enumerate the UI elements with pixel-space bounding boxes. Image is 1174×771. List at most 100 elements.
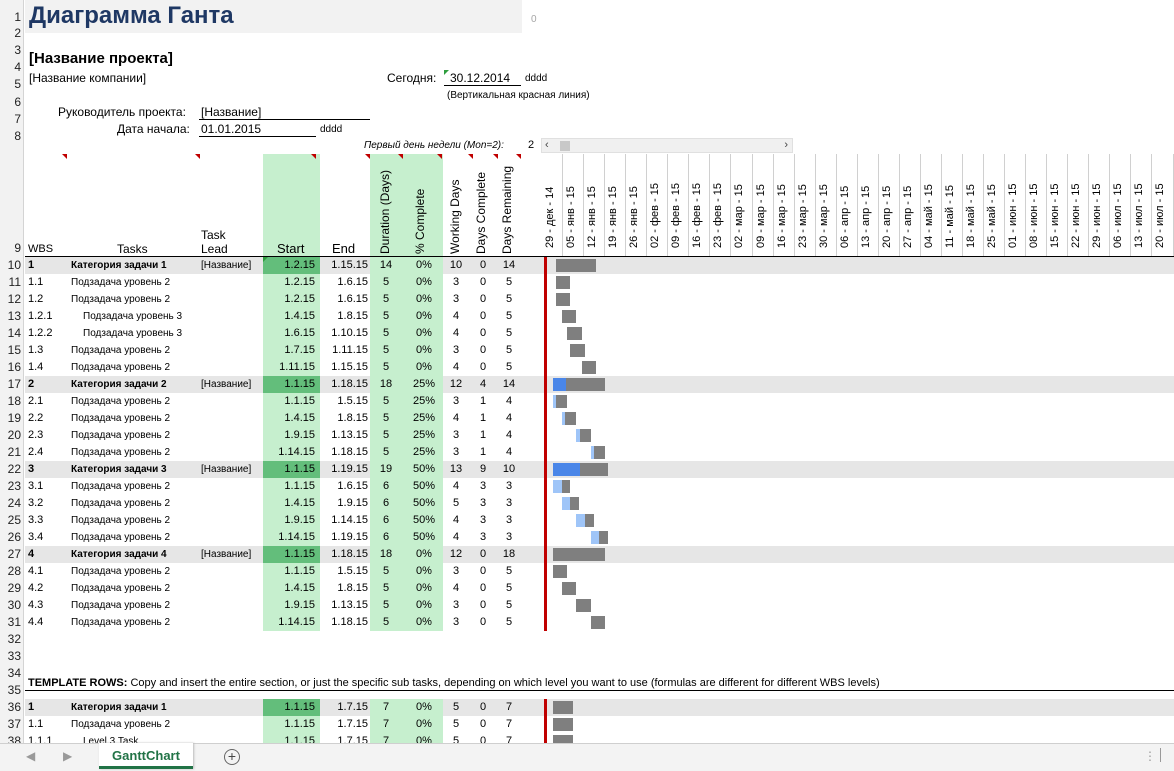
task-name-cell[interactable]: Подзадача уровень 3 [83, 325, 203, 342]
end-cell[interactable]: 1.6.15 [320, 274, 368, 291]
working-days-cell[interactable]: 4 [443, 308, 469, 325]
working-days-cell[interactable]: 3 [443, 614, 469, 631]
wbs-cell[interactable]: 2.1 [28, 393, 68, 410]
wbs-cell[interactable]: 2.4 [28, 444, 68, 461]
end-cell[interactable]: 1.7.15 [320, 733, 368, 743]
end-cell[interactable]: 1.7.15 [320, 699, 368, 716]
row-header[interactable]: 33 [0, 648, 24, 665]
duration-cell[interactable]: 19 [370, 461, 402, 478]
duration-cell[interactable]: 5 [370, 393, 402, 410]
project-name[interactable]: [Название проекта] [29, 50, 173, 67]
task-name-cell[interactable]: Level 3 Task [83, 733, 203, 743]
end-cell[interactable]: 1.8.15 [320, 580, 368, 597]
end-cell[interactable]: 1.19.15 [320, 461, 368, 478]
days-complete-cell[interactable]: 4 [470, 376, 496, 393]
days-complete-cell[interactable]: 3 [470, 495, 496, 512]
task-name-cell[interactable]: Подзадача уровень 2 [71, 597, 191, 614]
days-remaining-cell[interactable]: 14 [497, 376, 521, 393]
working-days-cell[interactable]: 3 [443, 597, 469, 614]
duration-cell[interactable]: 5 [370, 614, 402, 631]
start-cell[interactable]: 1.1.15 [263, 393, 315, 410]
percent-complete-cell[interactable]: 0% [405, 342, 443, 359]
start-cell[interactable]: 1.14.15 [263, 444, 315, 461]
wbs-cell[interactable]: 4.4 [28, 614, 68, 631]
split-handle-icon[interactable] [1160, 748, 1170, 762]
percent-complete-cell[interactable]: 25% [405, 376, 443, 393]
task-lead-cell[interactable]: [Название] [201, 257, 261, 274]
scroll-thumb[interactable] [560, 141, 570, 151]
working-days-cell[interactable]: 3 [443, 444, 469, 461]
days-complete-cell[interactable]: 0 [470, 291, 496, 308]
working-days-cell[interactable]: 4 [443, 359, 469, 376]
start-cell[interactable]: 1.1.15 [263, 716, 315, 733]
days-complete-cell[interactable]: 0 [470, 325, 496, 342]
percent-complete-cell[interactable]: 25% [405, 393, 443, 410]
row-header[interactable]: 13 [0, 308, 24, 325]
task-name-cell[interactable]: Категория задачи 3 [71, 461, 191, 478]
days-remaining-cell[interactable]: 3 [497, 495, 521, 512]
scroll-left-icon[interactable]: ‹ [545, 139, 549, 151]
working-days-cell[interactable]: 13 [443, 461, 469, 478]
row-header[interactable]: 9 [0, 240, 24, 257]
duration-cell[interactable]: 5 [370, 597, 402, 614]
duration-cell[interactable]: 5 [370, 563, 402, 580]
start-cell[interactable]: 1.2.15 [263, 274, 315, 291]
row-header[interactable]: 10 [0, 257, 24, 274]
end-cell[interactable]: 1.5.15 [320, 393, 368, 410]
days-remaining-cell[interactable]: 5 [497, 580, 521, 597]
start-cell[interactable]: 1.4.15 [263, 495, 315, 512]
row-header[interactable]: 11 [0, 274, 24, 291]
task-name-cell[interactable]: Подзадача уровень 2 [71, 291, 191, 308]
row-header[interactable]: 29 [0, 580, 24, 597]
end-cell[interactable]: 1.18.15 [320, 546, 368, 563]
duration-cell[interactable]: 5 [370, 325, 402, 342]
row-header[interactable]: 1 [0, 9, 24, 26]
working-days-cell[interactable]: 3 [443, 342, 469, 359]
days-remaining-cell[interactable]: 14 [497, 257, 521, 274]
start-cell[interactable]: 1.1.15 [263, 546, 315, 563]
working-days-cell[interactable]: 4 [443, 529, 469, 546]
start-cell[interactable]: 1.14.15 [263, 529, 315, 546]
duration-cell[interactable]: 6 [370, 512, 402, 529]
wbs-cell[interactable]: 3 [28, 461, 68, 478]
row-header[interactable]: 28 [0, 563, 24, 580]
start-cell[interactable]: 1.9.15 [263, 427, 315, 444]
sheet-tab-ganttchart[interactable]: GanttChart [99, 743, 193, 769]
start-cell[interactable]: 1.2.15 [263, 291, 315, 308]
end-cell[interactable]: 1.18.15 [320, 614, 368, 631]
start-cell[interactable]: 1.11.15 [263, 359, 315, 376]
task-name-cell[interactable]: Подзадача уровень 2 [71, 529, 191, 546]
end-cell[interactable]: 1.19.15 [320, 529, 368, 546]
company-name[interactable]: [Название компании] [29, 71, 146, 85]
duration-cell[interactable]: 5 [370, 427, 402, 444]
row-header[interactable]: 19 [0, 410, 24, 427]
days-remaining-cell[interactable]: 5 [497, 342, 521, 359]
duration-cell[interactable]: 5 [370, 308, 402, 325]
percent-complete-cell[interactable]: 50% [405, 495, 443, 512]
days-remaining-cell[interactable]: 18 [497, 546, 521, 563]
start-cell[interactable]: 1.4.15 [263, 580, 315, 597]
days-complete-cell[interactable]: 0 [470, 597, 496, 614]
percent-complete-cell[interactable]: 25% [405, 444, 443, 461]
task-name-cell[interactable]: Подзадача уровень 2 [71, 478, 191, 495]
wbs-cell[interactable]: 4.1 [28, 563, 68, 580]
row-header[interactable]: 21 [0, 444, 24, 461]
end-cell[interactable]: 1.6.15 [320, 291, 368, 308]
task-name-cell[interactable]: Подзадача уровень 2 [71, 563, 191, 580]
wbs-cell[interactable]: 3.1 [28, 478, 68, 495]
task-name-cell[interactable]: Подзадача уровень 2 [71, 393, 191, 410]
days-remaining-cell[interactable]: 5 [497, 563, 521, 580]
days-complete-cell[interactable]: 0 [470, 716, 496, 733]
prev-sheet-icon[interactable]: ◀ [26, 749, 35, 763]
today-input[interactable]: 30.12.2014 [444, 71, 521, 86]
percent-complete-cell[interactable]: 0% [405, 563, 443, 580]
days-remaining-cell[interactable]: 5 [497, 359, 521, 376]
end-cell[interactable]: 1.5.15 [320, 563, 368, 580]
days-remaining-cell[interactable]: 7 [497, 733, 521, 743]
start-cell[interactable]: 1.4.15 [263, 410, 315, 427]
working-days-cell[interactable]: 5 [443, 699, 469, 716]
working-days-cell[interactable]: 4 [443, 580, 469, 597]
days-complete-cell[interactable]: 1 [470, 427, 496, 444]
days-remaining-cell[interactable]: 5 [497, 597, 521, 614]
start-cell[interactable]: 1.9.15 [263, 597, 315, 614]
